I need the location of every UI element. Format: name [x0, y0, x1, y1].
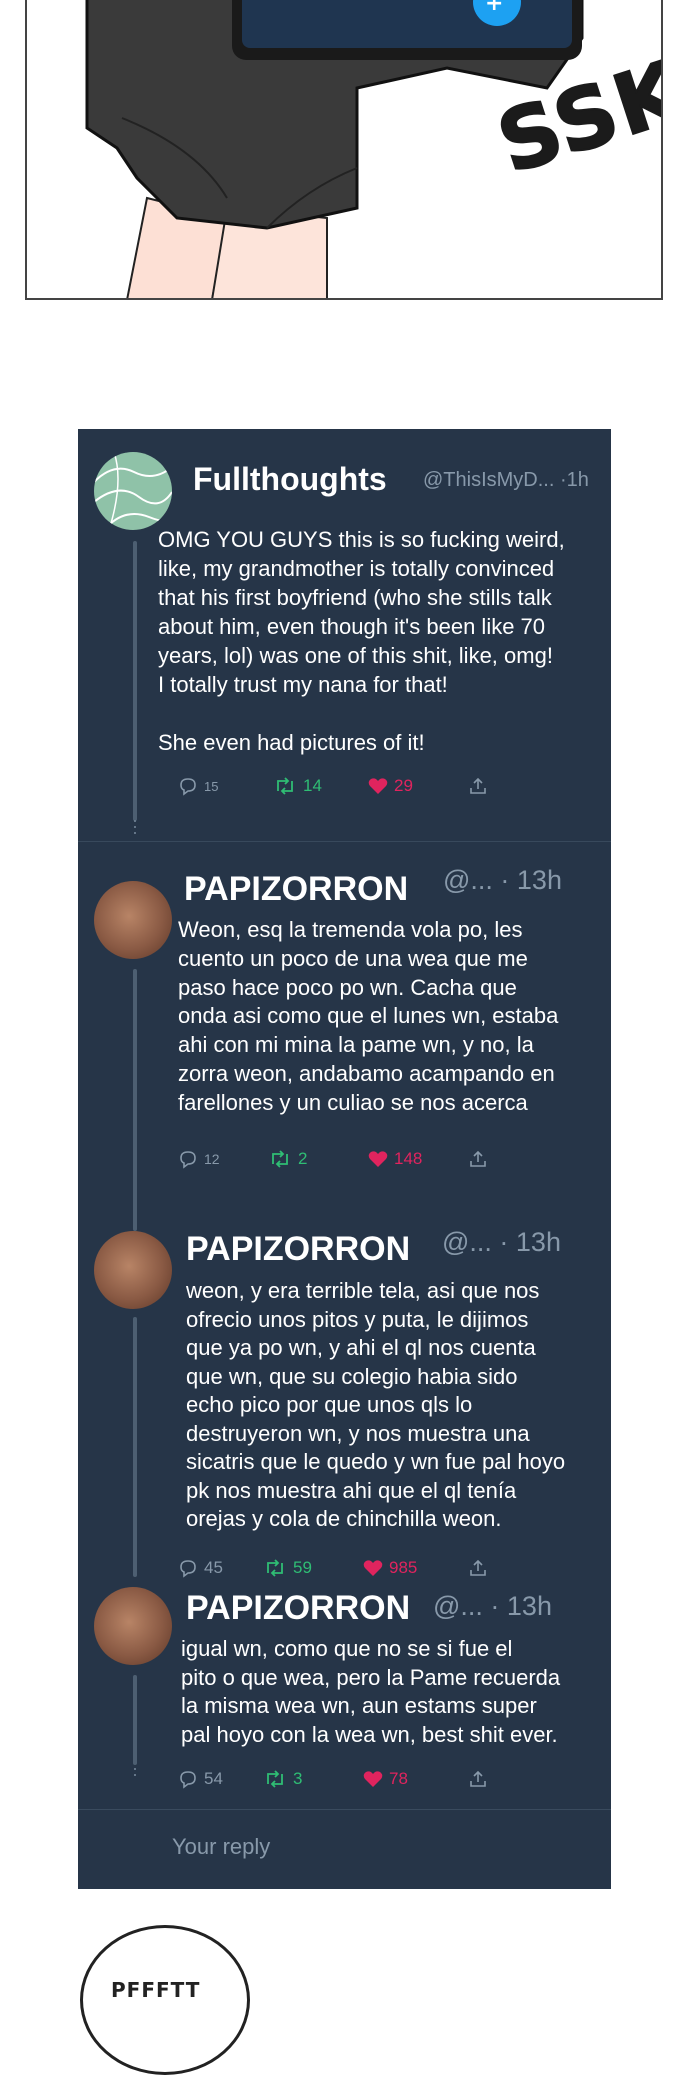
- like-button[interactable]: 148: [368, 1149, 422, 1169]
- tweet-text: Weon, esq la tremenda vola po, les cuent…: [178, 917, 559, 1115]
- share-icon: [470, 1150, 486, 1167]
- display-name[interactable]: PAPIZORRON: [186, 1230, 410, 1269]
- tweet-text: weon, y era terrible tela, asi que nos o…: [186, 1278, 566, 1531]
- retweet-button[interactable]: 59: [263, 1558, 312, 1578]
- retweet-count: 3: [293, 1769, 303, 1788]
- thread-line: [133, 541, 137, 821]
- divider: [78, 841, 611, 842]
- display-name[interactable]: PAPIZORRON: [184, 870, 408, 909]
- retweet-count: 59: [293, 1558, 312, 1577]
- reply-button[interactable]: 45: [178, 1558, 223, 1578]
- reply-icon: [180, 1771, 196, 1789]
- share-button[interactable]: [468, 1769, 488, 1789]
- comic-panel-top: + SSK: [25, 0, 663, 300]
- avatar[interactable]: [94, 1587, 172, 1665]
- reply-icon: [180, 778, 196, 796]
- reply-button[interactable]: 15: [178, 776, 218, 796]
- tweet-text: OMG YOU GUYS this is so fucking weird, l…: [158, 527, 565, 755]
- handle-timestamp: @... · 13h: [433, 1591, 552, 1621]
- like-count: 78: [389, 1769, 408, 1788]
- reply-icon: [180, 1560, 196, 1578]
- heart-icon: [368, 778, 388, 794]
- avatar[interactable]: [94, 881, 172, 959]
- svg-text:+: +: [485, 0, 503, 16]
- share-button[interactable]: [468, 1558, 488, 1578]
- reply-button[interactable]: 12: [178, 1149, 220, 1169]
- reply-input[interactable]: Your reply: [172, 1834, 270, 1860]
- handle-timestamp: @... · 13h: [442, 1227, 561, 1257]
- share-icon: [470, 777, 486, 794]
- tweet-text: igual wn, como que no se si fue el pito …: [181, 1636, 561, 1747]
- retweet-icon: [277, 777, 293, 795]
- like-count: 29: [394, 776, 413, 795]
- retweet-button[interactable]: 2: [268, 1149, 307, 1169]
- avatar[interactable]: [94, 452, 172, 530]
- retweet-icon: [267, 1559, 283, 1577]
- speech-bubble: PFFFTT: [80, 1925, 250, 2075]
- like-count: 148: [394, 1149, 423, 1168]
- retweet-icon: [272, 1150, 288, 1168]
- like-button[interactable]: 985: [363, 1558, 417, 1578]
- retweet-button[interactable]: 14: [273, 776, 322, 796]
- share-button[interactable]: [468, 776, 488, 796]
- tweet-actions: 54 3 78: [178, 1769, 578, 1793]
- thread-line: [133, 969, 137, 1231]
- retweet-button[interactable]: 3: [263, 1769, 302, 1789]
- thread-line: [133, 1675, 137, 1765]
- reply-icon: [180, 1151, 196, 1169]
- handle-timestamp: @ThisIsMyD... ·1h: [423, 469, 589, 491]
- retweet-count: 2: [298, 1149, 308, 1168]
- display-name[interactable]: PAPIZORRON: [186, 1589, 410, 1628]
- display-name[interactable]: Fullthoughts: [193, 461, 387, 498]
- bubble-text: PFFFTT: [111, 1978, 201, 2002]
- share-icon: [470, 1559, 486, 1576]
- reply-count: 54: [204, 1769, 223, 1788]
- like-count: 985: [389, 1558, 418, 1577]
- reply-count: 12: [204, 1151, 220, 1167]
- avatar[interactable]: [94, 1231, 172, 1309]
- share-button[interactable]: [468, 1149, 488, 1169]
- tweet-actions: 45 59 985: [178, 1558, 578, 1582]
- retweet-icon: [267, 1770, 283, 1788]
- reply-count: 45: [204, 1558, 223, 1577]
- thread-dots: · ·: [132, 1758, 138, 1784]
- share-icon: [470, 1770, 486, 1787]
- retweet-count: 14: [303, 776, 322, 795]
- heart-icon: [363, 1560, 383, 1576]
- reply-button[interactable]: 54: [178, 1769, 223, 1789]
- tweet-actions: 12 2 148: [178, 1149, 578, 1173]
- reply-count: 15: [204, 778, 219, 794]
- like-button[interactable]: 78: [363, 1769, 408, 1789]
- like-button[interactable]: 29: [368, 776, 413, 796]
- thread-dots: · · ·: [132, 810, 138, 842]
- handle-timestamp: @... · 13h: [443, 865, 562, 895]
- heart-icon: [368, 1151, 388, 1167]
- tweet-actions: 15 14 29: [178, 776, 578, 800]
- heart-icon: [363, 1771, 383, 1787]
- thread-line: [133, 1317, 137, 1577]
- tweet-thread: Fullthoughts @ThisIsMyD... ·1h · · · OMG Y…: [78, 429, 611, 1889]
- reply-box[interactable]: Your reply: [78, 1809, 611, 1889]
